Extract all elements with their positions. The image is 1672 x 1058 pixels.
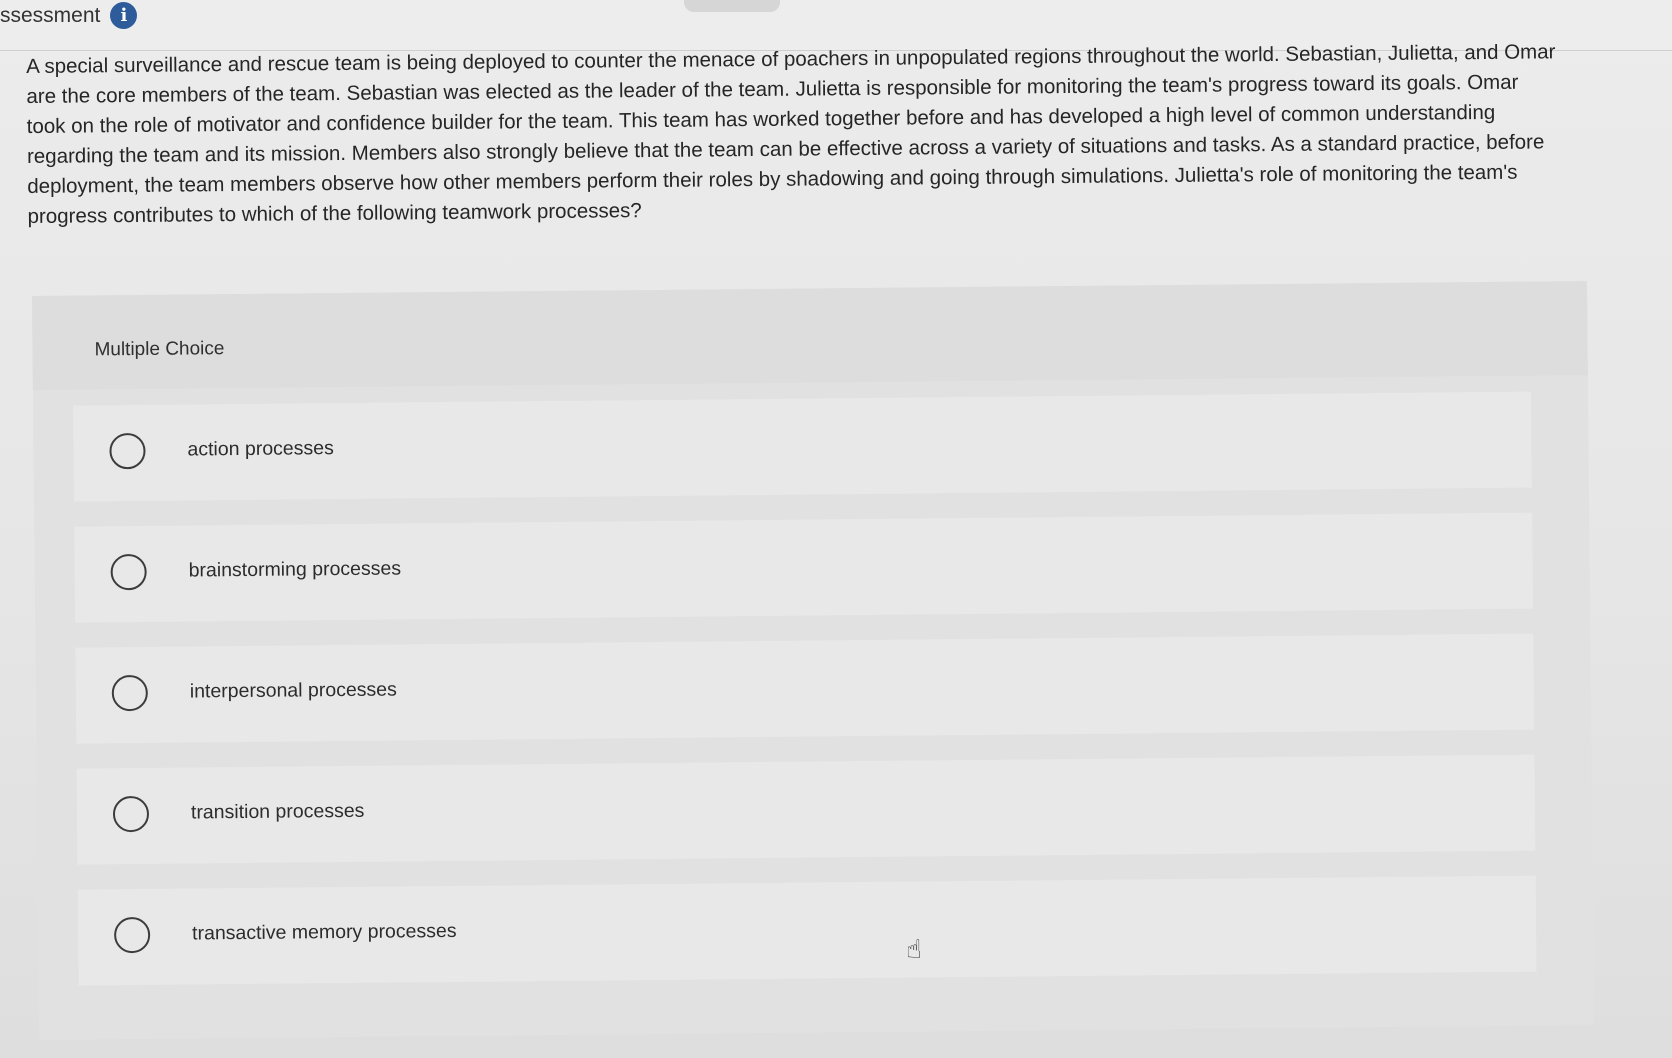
- answer-label[interactable]: transition processes: [191, 800, 365, 825]
- page-title-text: ssessment: [0, 3, 101, 27]
- radio-button[interactable]: [113, 916, 151, 954]
- answer-option-action[interactable]: action processes: [73, 391, 1532, 502]
- multiple-choice-label: Multiple Choice: [94, 338, 225, 361]
- radio-button[interactable]: [110, 553, 147, 591]
- answer-label[interactable]: brainstorming processes: [189, 557, 402, 582]
- radio-button[interactable]: [109, 432, 146, 470]
- radio-button[interactable]: [112, 795, 150, 833]
- answer-option-interpersonal[interactable]: interpersonal processes: [75, 633, 1535, 744]
- assessment-page: ssessment i A special surveillance and r…: [0, 0, 1672, 1058]
- answer-option-transactive-memory[interactable]: transactive memory processes: [77, 875, 1537, 986]
- answer-option-transition[interactable]: transition processes: [76, 754, 1536, 865]
- top-tab[interactable]: [684, 0, 780, 12]
- answer-label[interactable]: transactive memory processes: [192, 920, 457, 946]
- answer-option-brainstorming[interactable]: brainstorming processes: [74, 512, 1534, 623]
- question-text: A special surveillance and rescue team i…: [26, 40, 1556, 228]
- answer-label[interactable]: interpersonal processes: [190, 679, 397, 704]
- hand-pointer-icon: ☝: [906, 934, 922, 964]
- answer-label[interactable]: action processes: [187, 437, 334, 461]
- info-icon[interactable]: i: [110, 2, 138, 29]
- radio-button[interactable]: [111, 674, 148, 712]
- page-title: ssessment i: [0, 2, 138, 29]
- multiple-choice-panel: Multiple Choice action processes brainst…: [32, 281, 1595, 1040]
- multiple-choice-header: Multiple Choice: [32, 281, 1588, 390]
